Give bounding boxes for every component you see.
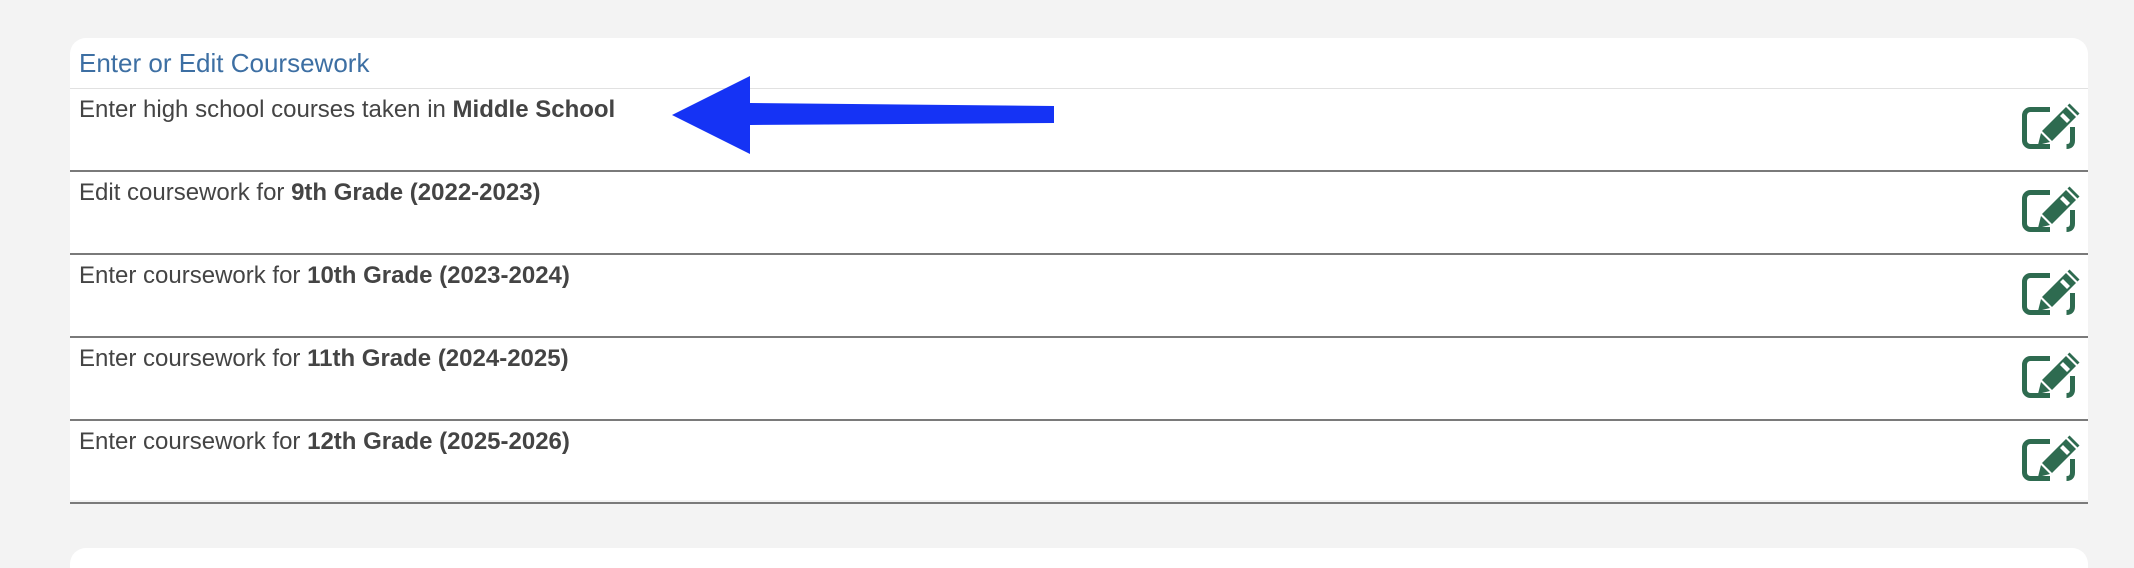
edit-icon bbox=[2022, 103, 2080, 149]
row-label-prefix: Enter coursework for bbox=[79, 262, 308, 289]
edit-9th-grade-button[interactable] bbox=[2022, 186, 2080, 232]
edit-icon bbox=[2022, 186, 2080, 232]
row-label: Enter high school courses taken in Middl… bbox=[79, 96, 615, 124]
edit-icon bbox=[2022, 352, 2080, 398]
row-label-emphasis: Middle School bbox=[452, 96, 616, 123]
row-label: Enter coursework for 11th Grade (2024-20… bbox=[79, 345, 569, 373]
edit-12th-grade-button[interactable] bbox=[2022, 435, 2080, 481]
coursework-row-10th-grade: Enter coursework for 10th Grade (2023-20… bbox=[70, 255, 2088, 338]
edit-11th-grade-button[interactable] bbox=[2022, 352, 2080, 398]
panel-title: Enter or Edit Coursework bbox=[79, 48, 370, 78]
row-label-prefix: Edit coursework for bbox=[79, 179, 292, 206]
row-label-emphasis: 11th Grade (2024-2025) bbox=[307, 345, 569, 372]
coursework-row-9th-grade: Edit coursework for 9th Grade (2022-2023… bbox=[70, 172, 2088, 255]
edit-icon bbox=[2022, 435, 2080, 481]
edit-10th-grade-button[interactable] bbox=[2022, 269, 2080, 315]
row-label: Enter coursework for 12th Grade (2025-20… bbox=[79, 428, 570, 456]
next-panel-edge bbox=[70, 548, 2088, 568]
row-label-prefix: Enter coursework for bbox=[79, 345, 308, 372]
edit-icon bbox=[2022, 269, 2080, 315]
coursework-row-middle-school: Enter high school courses taken in Middl… bbox=[70, 89, 2088, 172]
row-label-prefix: Enter coursework for bbox=[79, 428, 308, 455]
edit-middle-school-button[interactable] bbox=[2022, 103, 2080, 149]
row-label: Enter coursework for 10th Grade (2023-20… bbox=[79, 262, 570, 290]
coursework-row-11th-grade: Enter coursework for 11th Grade (2024-20… bbox=[70, 338, 2088, 421]
row-label-emphasis: 12th Grade (2025-2026) bbox=[307, 428, 570, 455]
coursework-panel: Enter or Edit Coursework Enter high scho… bbox=[70, 38, 2088, 504]
left-arrow-annotation bbox=[672, 76, 1057, 156]
row-label-emphasis: 9th Grade (2022-2023) bbox=[291, 179, 541, 206]
coursework-row-12th-grade: Enter coursework for 12th Grade (2025-20… bbox=[70, 421, 2088, 504]
row-label: Edit coursework for 9th Grade (2022-2023… bbox=[79, 179, 541, 207]
row-label-emphasis: 10th Grade (2023-2024) bbox=[307, 262, 570, 289]
row-label-prefix: Enter high school courses taken in bbox=[79, 96, 453, 123]
coursework-list: Enter high school courses taken in Middl… bbox=[70, 89, 2088, 504]
